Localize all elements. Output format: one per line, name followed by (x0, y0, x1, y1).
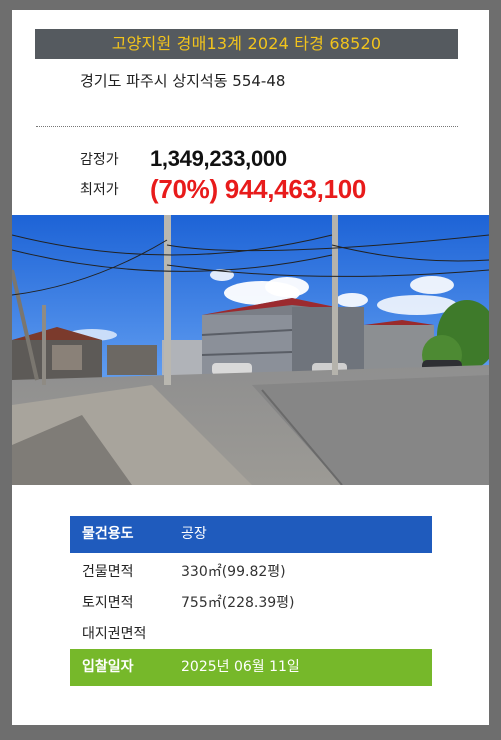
usage-value: 공장 (181, 526, 207, 542)
dotted-divider (36, 126, 458, 127)
usage-label: 물건용도 (82, 526, 134, 542)
usage-row: 물건용도 공장 (70, 516, 432, 553)
appraisal-label: 감정가 (80, 151, 119, 168)
minimum-price-label: 최저가 (80, 182, 119, 198)
land-rights-label: 대지권면적 (82, 626, 147, 642)
property-address: 경기도 파주시 상지석동 554-48 (80, 72, 286, 90)
auction-card: 고양지원 경매13계 2024 타경 68520 경기도 파주시 상지석동 55… (12, 10, 489, 725)
court-case-header: 고양지원 경매13계 2024 타경 68520 (35, 29, 458, 59)
appraisal-value: 1,349,233,000 (150, 146, 287, 171)
land-rights-row: 대지권면적 (70, 616, 432, 653)
bid-date-label: 입찰일자 (82, 659, 134, 675)
minimum-price-row: 최저가 (70%) 944,463,100 (80, 174, 366, 205)
appraisal-row: 감정가 1,349,233,000 (80, 146, 287, 172)
bid-date-value: 2025년 06월 11일 (181, 659, 300, 675)
minimum-price-value: (70%) 944,463,100 (150, 174, 367, 204)
bid-date-row: 입찰일자 2025년 06월 11일 (70, 649, 432, 686)
property-photo (12, 215, 489, 485)
